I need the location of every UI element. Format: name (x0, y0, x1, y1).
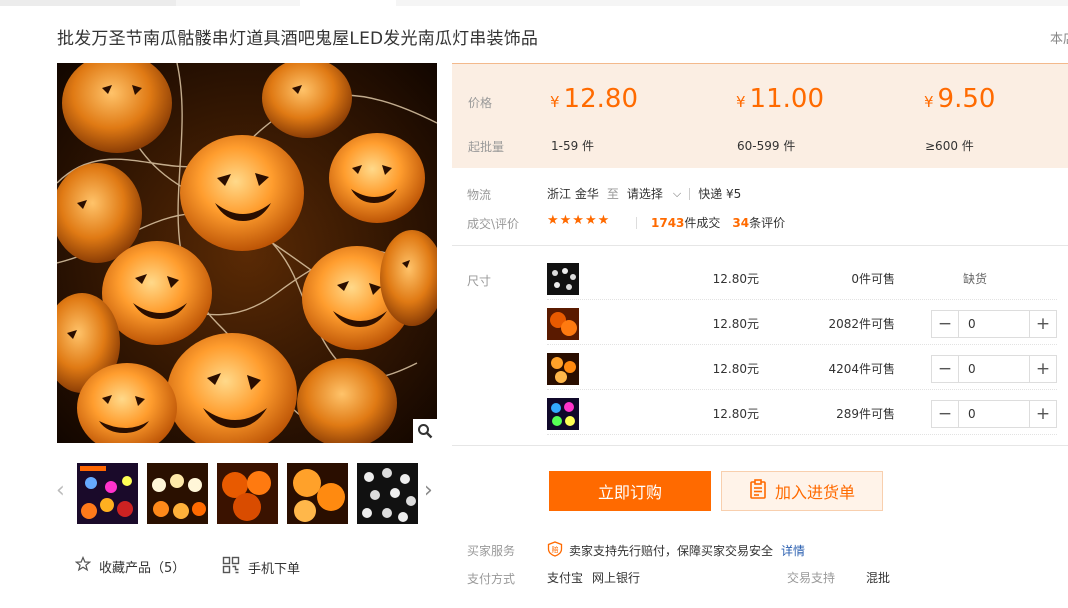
deals-text[interactable]: 件成交 (684, 214, 720, 231)
tier-price-2: ¥11.00 (736, 84, 824, 114)
mobile-order-label: 手机下单 (248, 561, 301, 577)
trade-support-label: 交易支持 (787, 571, 836, 585)
sku-price: 12.80元 (712, 362, 759, 376)
increment-button[interactable]: + (1030, 401, 1056, 427)
magnifier-icon (418, 424, 433, 439)
buyer-service-row: 赔 卖家支持先行赔付，保障买家交易安全 详情 (547, 541, 805, 560)
quantity-stepper: − 0 + (931, 310, 1057, 338)
deal-stats: 1743 件成交 34 条评价 (636, 214, 785, 231)
pumpkin-lights-illustration (57, 63, 437, 443)
reviews-text[interactable]: 条评价 (749, 214, 785, 231)
shop-link-cut[interactable]: 本店 (1050, 28, 1068, 47)
thumbnail-4[interactable] (287, 463, 348, 524)
quantity-stepper: − 0 + (931, 400, 1057, 428)
guarantee-icon: 赔 (547, 541, 563, 560)
destination-select[interactable]: 请选择 (627, 185, 663, 202)
reviews-count[interactable]: 34 (732, 216, 749, 230)
star-outline-icon (74, 555, 92, 576)
nav-tab-active[interactable] (300, 0, 396, 6)
out-of-stock-text: 缺货 (963, 272, 988, 286)
increment-button[interactable]: + (1030, 356, 1056, 382)
increment-button[interactable]: + (1030, 311, 1056, 337)
sku-stock: 4204件可售 (828, 362, 895, 376)
pay-bank: 网上银行 (592, 571, 641, 585)
quantity-input[interactable]: 0 (958, 356, 1030, 382)
trade-support-value: 混批 (866, 571, 891, 585)
to-text: 至 (606, 187, 619, 201)
sku-stock: 2082件可售 (828, 317, 895, 331)
sku-price: 12.80元 (712, 407, 759, 421)
thumb-next-arrow[interactable]: › (424, 478, 433, 503)
buyer-service-label: 买家服务 (467, 544, 516, 558)
quantity-input[interactable]: 0 (958, 401, 1030, 427)
zoom-button[interactable] (413, 419, 437, 443)
decrement-button[interactable]: − (932, 311, 958, 337)
min-order-label: 起批量 (468, 140, 505, 154)
product-title: 批发万圣节南瓜骷髅串灯道具酒吧鬼屋LED发光南瓜灯串装饰品 (57, 29, 539, 49)
sku-price: 12.80元 (712, 272, 759, 286)
decrement-button[interactable]: − (932, 401, 958, 427)
payment-label: 支付方式 (467, 572, 516, 586)
reviews-label: 成交\评价 (467, 217, 520, 231)
sku-row: 12.80元 0件可售 缺货 (547, 256, 1057, 300)
sku-row: 12.80元 2082件可售 − 0 + (547, 301, 1057, 345)
favorite-button[interactable]: 收藏产品（5） (74, 555, 186, 576)
buyer-service-text: 卖家支持先行赔付，保障买家交易安全 (569, 544, 774, 558)
details-link[interactable]: 详情 (781, 542, 805, 559)
sku-thumb-skulls[interactable] (547, 263, 579, 295)
order-now-button[interactable]: 立即订购 (549, 471, 711, 511)
add-to-cart-button[interactable]: 加入进货单 (721, 471, 883, 511)
nav-tab[interactable] (0, 0, 176, 6)
chevron-down-icon[interactable]: ⌵ (673, 187, 681, 201)
quantity-input[interactable]: 0 (958, 311, 1030, 337)
price-tier-panel: 价格 起批量 ¥12.80 ¥11.00 ¥9.50 1-59 件 60-599… (452, 63, 1068, 168)
deals-count[interactable]: 1743 (651, 216, 684, 230)
svg-text:赔: 赔 (552, 545, 559, 554)
sku-stock: 0件可售 (851, 272, 895, 286)
logistics-row: 浙江 金华 至 请选择 ⌵ 快递 ¥5 (547, 185, 741, 202)
clipboard-icon (749, 479, 767, 503)
sku-thumb-multicolor[interactable] (547, 398, 579, 430)
sku-row: 12.80元 4204件可售 − 0 + (547, 346, 1057, 390)
thumbnail-1[interactable] (77, 463, 138, 524)
thumb-prev-arrow[interactable]: ‹ (56, 478, 65, 503)
rating-stars: ★★★★★ (547, 213, 611, 228)
sku-price: 12.80元 (712, 317, 759, 331)
sku-row: 12.80元 289件可售 − 0 + (547, 391, 1057, 435)
tier-qty-2: 60-599 件 (737, 139, 796, 153)
sku-thumb-glow[interactable] (547, 353, 579, 385)
pay-alipay: 支付宝 (547, 571, 584, 585)
main-product-image[interactable] (57, 63, 437, 443)
express-fee: 快递 ¥5 (698, 187, 742, 201)
origin-text: 浙江 金华 (547, 187, 599, 201)
price-label: 价格 (468, 96, 493, 110)
sku-stock: 289件可售 (836, 407, 895, 421)
thumbnail-5[interactable] (357, 463, 418, 524)
tier-qty-3: ≥600 件 (925, 139, 974, 153)
top-nav-strip (0, 0, 1068, 6)
section-divider (452, 245, 1068, 246)
logistics-label: 物流 (467, 188, 492, 202)
favorite-label: 收藏产品（5） (99, 560, 186, 576)
section-divider (452, 445, 1068, 446)
sku-thumb-orange[interactable] (547, 308, 579, 340)
mobile-order-button[interactable]: 手机下单 (222, 556, 300, 578)
tier-price-3: ¥9.50 (924, 84, 996, 114)
decrement-button[interactable]: − (932, 356, 958, 382)
thumbnail-3[interactable] (217, 463, 278, 524)
add-to-cart-label: 加入进货单 (774, 483, 855, 502)
size-label: 尺寸 (467, 274, 492, 288)
tier-price-1: ¥12.80 (550, 84, 638, 114)
quantity-stepper: − 0 + (931, 355, 1057, 383)
qrcode-icon (222, 556, 240, 578)
thumbnail-2[interactable] (147, 463, 208, 524)
tier-qty-1: 1-59 件 (551, 139, 595, 153)
